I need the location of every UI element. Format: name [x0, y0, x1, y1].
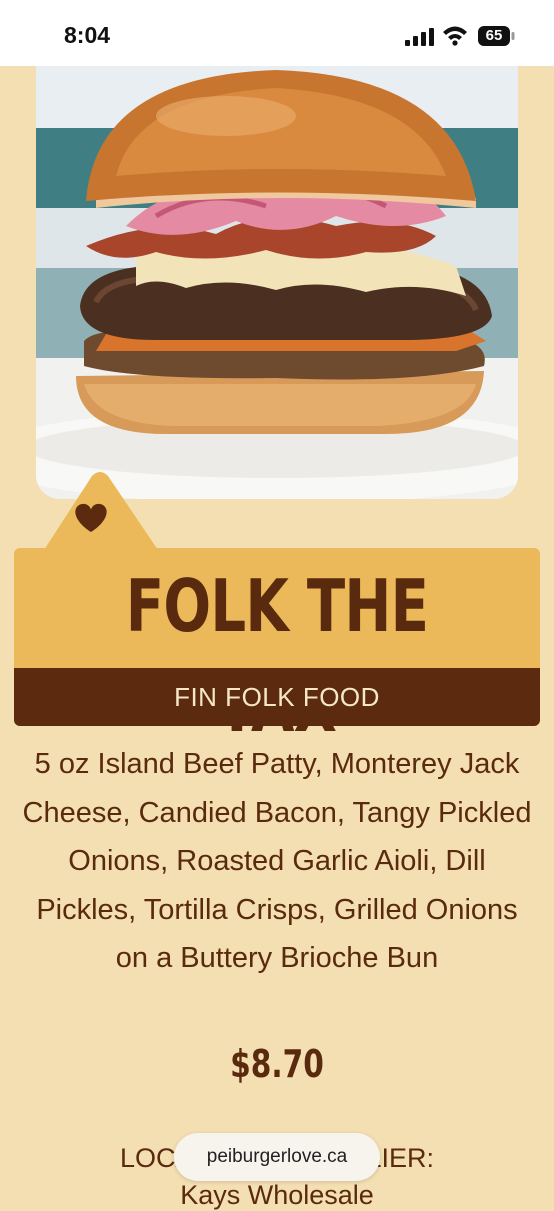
status-time: 8:04: [64, 22, 111, 48]
burger-illustration: [36, 66, 518, 499]
burger-photo: [36, 66, 518, 499]
status-bar: 8:04 65: [0, 0, 554, 66]
item-price: $8.70: [230, 1042, 324, 1086]
heart-tab: [44, 472, 158, 550]
item-title: FOLK THE TAX: [125, 564, 429, 748]
signal-icon: [405, 28, 434, 46]
battery-level: 65: [485, 27, 503, 44]
supplier-name: Kays Wholesale: [180, 1180, 374, 1210]
wifi-icon: [443, 26, 467, 46]
item-description: 5 oz Island Beef Patty, Monterey Jack Ch…: [22, 748, 532, 974]
restaurant-name[interactable]: FIN FOLK FOOD: [14, 668, 540, 726]
browser-url-pill[interactable]: peiburgerlove.ca: [174, 1133, 380, 1181]
